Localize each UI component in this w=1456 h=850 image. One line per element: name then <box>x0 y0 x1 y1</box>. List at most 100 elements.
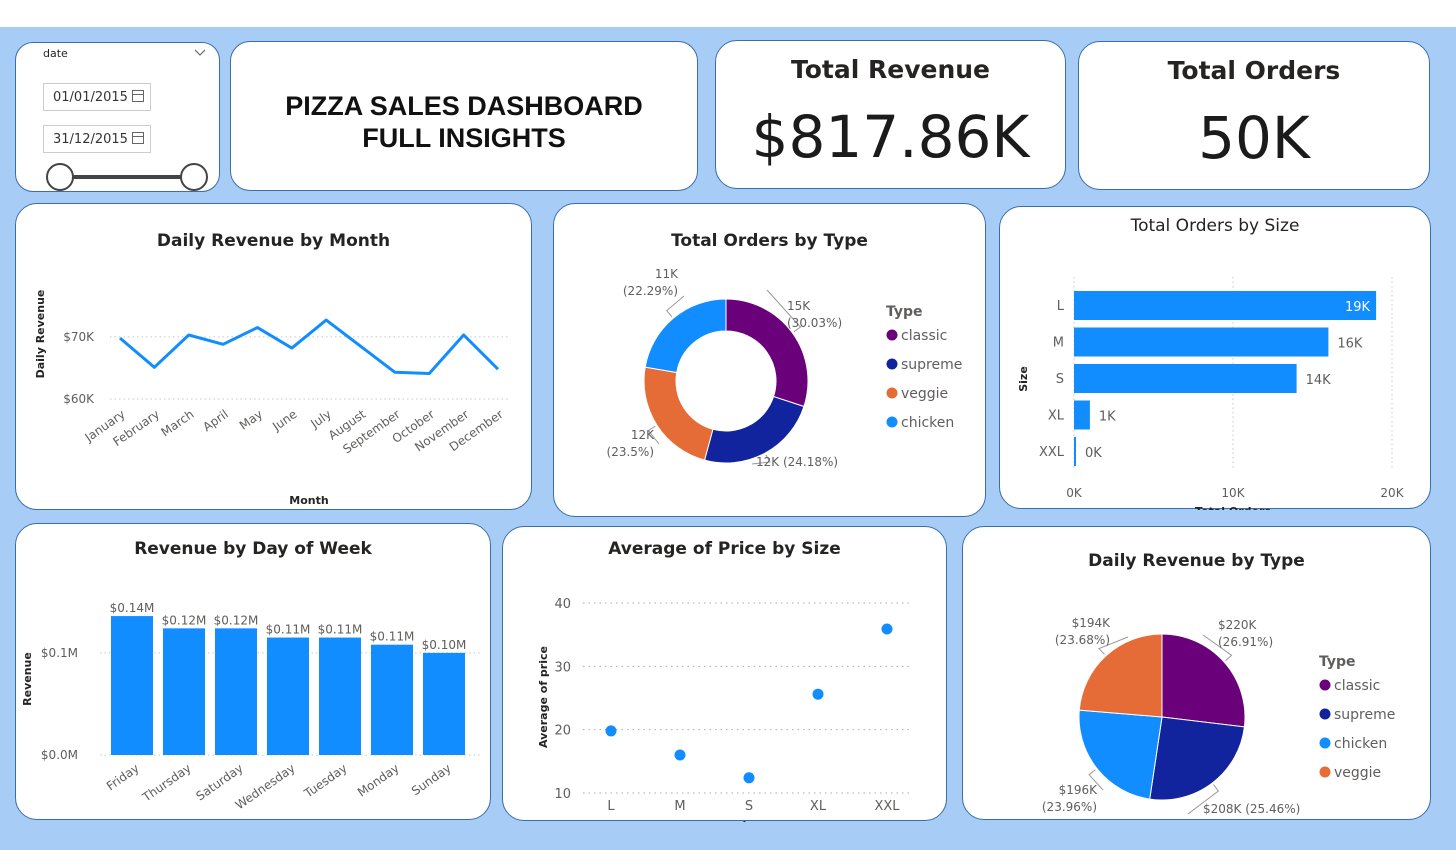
daily-revenue-by-type-card[interactable]: Daily Revenue by Type $220K (26.91%) $208K… <box>962 526 1431 820</box>
data-label: $0.11M <box>370 630 415 644</box>
bar-Thursday <box>163 628 205 755</box>
bar-Friday <box>111 616 153 755</box>
data-label: 16K <box>1337 337 1363 352</box>
data-point <box>743 772 755 784</box>
start-date-value: 01/01/2015 <box>53 90 128 105</box>
legend-marker-chicken <box>886 416 898 428</box>
date-slicer[interactable]: date 01/01/2015 31/12/2015 <box>15 42 220 192</box>
data-label: 15K <box>787 299 811 313</box>
bar-Monday <box>371 644 413 755</box>
bar-XL <box>1074 400 1090 430</box>
slice-veggie <box>643 366 714 461</box>
x-tick-label: June <box>269 407 299 434</box>
legend-title: Type <box>886 304 923 320</box>
data-label-pct: (26.91%) <box>1218 635 1273 649</box>
y-tick-label: 10 <box>554 787 571 802</box>
y-tick-label: M <box>1053 336 1064 351</box>
total-orders-by-size-card[interactable]: Total Orders by Size 0K 10K 20K L 19K M 16K S 14… <box>999 206 1431 510</box>
total-orders-value: 50K <box>1198 104 1310 172</box>
legend-label-supreme: supreme <box>1334 707 1395 723</box>
y-tick-label: XXL <box>1039 445 1065 460</box>
x-axis-label: size <box>736 819 760 822</box>
data-label: $0.12M <box>214 613 259 627</box>
data-label: $194K <box>1072 616 1112 630</box>
start-date-input[interactable]: 01/01/2015 <box>43 83 151 111</box>
y-tick-label: 20 <box>554 724 571 739</box>
data-label: 19K <box>1345 300 1371 315</box>
y-axis-label: Size <box>1017 366 1030 392</box>
bar-Saturday <box>215 628 257 755</box>
total-orders-card: Total Orders 50K <box>1078 41 1430 190</box>
x-tick-label: 20K <box>1380 486 1404 500</box>
bar-Tuesday <box>319 637 361 755</box>
x-tick-label: March <box>158 407 196 439</box>
slice-supreme <box>1149 716 1245 801</box>
legend-marker-classic <box>886 329 898 341</box>
slice-chicken <box>644 298 727 374</box>
data-label: $0.10M <box>422 638 467 652</box>
legend-marker-veggie <box>1319 766 1331 778</box>
slicer-label: date <box>43 47 68 60</box>
x-tick-label: April <box>200 407 231 434</box>
y-tick-label: L <box>1057 299 1065 314</box>
legend-label-supreme: supreme <box>901 357 962 373</box>
x-tick-label: 0K <box>1066 486 1083 500</box>
x-tick-label: M <box>674 799 685 814</box>
average-price-by-size-card[interactable]: Average of Price by Size 10 20 30 40 L M S XL XX… <box>502 526 947 822</box>
data-label: 11K <box>655 267 679 281</box>
scatter-chart: 10 20 30 40 L M S XL XXL size Average of price <box>537 597 913 822</box>
end-date-input[interactable]: 31/12/2015 <box>43 125 151 153</box>
y-tick-label: $0.1M <box>41 646 78 660</box>
data-label-pct: (22.29%) <box>623 284 678 298</box>
data-point <box>674 749 686 761</box>
total-orders-label: Total Orders <box>1167 56 1341 85</box>
legend-marker-supreme <box>1319 708 1331 720</box>
x-tick-label: Thursday <box>139 761 194 805</box>
data-point <box>812 688 824 700</box>
total-orders-by-type-card[interactable]: Total Orders by Type 15K (30.03%) 12K (24.… <box>553 203 986 517</box>
x-tick-label: Sunday <box>409 761 454 798</box>
end-date-value: 31/12/2015 <box>53 132 128 147</box>
legend-label-chicken: chicken <box>901 415 954 431</box>
y-tick-label: $70K <box>63 330 95 344</box>
y-tick-label: $60K <box>63 392 95 406</box>
calendar-icon[interactable] <box>132 90 144 102</box>
pie-chart: $220K (26.91%) $208K (25.46%) $196K (23.96%)… <box>1042 616 1396 816</box>
chevron-down-icon[interactable] <box>194 49 206 57</box>
total-revenue-label: Total Revenue <box>790 55 990 84</box>
slider-end-handle[interactable] <box>180 163 208 191</box>
bar-M <box>1074 327 1329 357</box>
data-label: $220K <box>1218 618 1258 632</box>
slice-supreme <box>703 395 805 464</box>
line-series <box>119 318 500 376</box>
data-label: $0.14M <box>110 601 155 615</box>
date-range-slider[interactable] <box>44 163 214 193</box>
dashboard-title-line2: FULL INSIGHTS <box>362 123 566 153</box>
calendar-icon[interactable] <box>132 132 144 144</box>
legend-label-classic: classic <box>1334 678 1380 694</box>
legend-marker-veggie <box>886 387 898 399</box>
line-chart: $60K$70KJanuaryFebruaryMarch April May June… <box>34 290 510 507</box>
data-label: $196K <box>1059 783 1099 797</box>
dashboard-title-line1: PIZZA SALES DASHBOARD <box>285 91 643 121</box>
legend-marker-chicken <box>1319 737 1331 749</box>
data-label: $0.12M <box>162 613 207 627</box>
slider-start-handle[interactable] <box>46 163 74 191</box>
data-label: 12K (24.18%) <box>756 455 838 469</box>
legend-marker-supreme <box>886 358 898 370</box>
bar-S <box>1074 364 1297 393</box>
y-axis-label: Average of price <box>537 646 550 748</box>
data-label: 14K <box>1306 373 1332 388</box>
x-tick-label: Monday <box>355 761 402 800</box>
bar-Sunday <box>423 652 465 755</box>
data-label-pct: (23.5%) <box>607 445 654 459</box>
legend-marker-classic <box>1319 679 1331 691</box>
data-label-pct: (30.03%) <box>787 316 842 330</box>
y-tick-label: 40 <box>554 597 571 612</box>
daily-revenue-by-month-card[interactable]: Daily Revenue by Month $60K $70K January Fe… <box>15 203 532 510</box>
data-label-pct: (23.96%) <box>1042 800 1097 814</box>
data-label-pct: (23.68%) <box>1055 633 1110 647</box>
revenue-by-day-of-week-card[interactable]: Revenue by Day of Week $0.0M $0.1M $0.14M F… <box>15 523 491 820</box>
legend-label-chicken: chicken <box>1334 736 1387 752</box>
legend-label-veggie: veggie <box>1334 765 1381 781</box>
